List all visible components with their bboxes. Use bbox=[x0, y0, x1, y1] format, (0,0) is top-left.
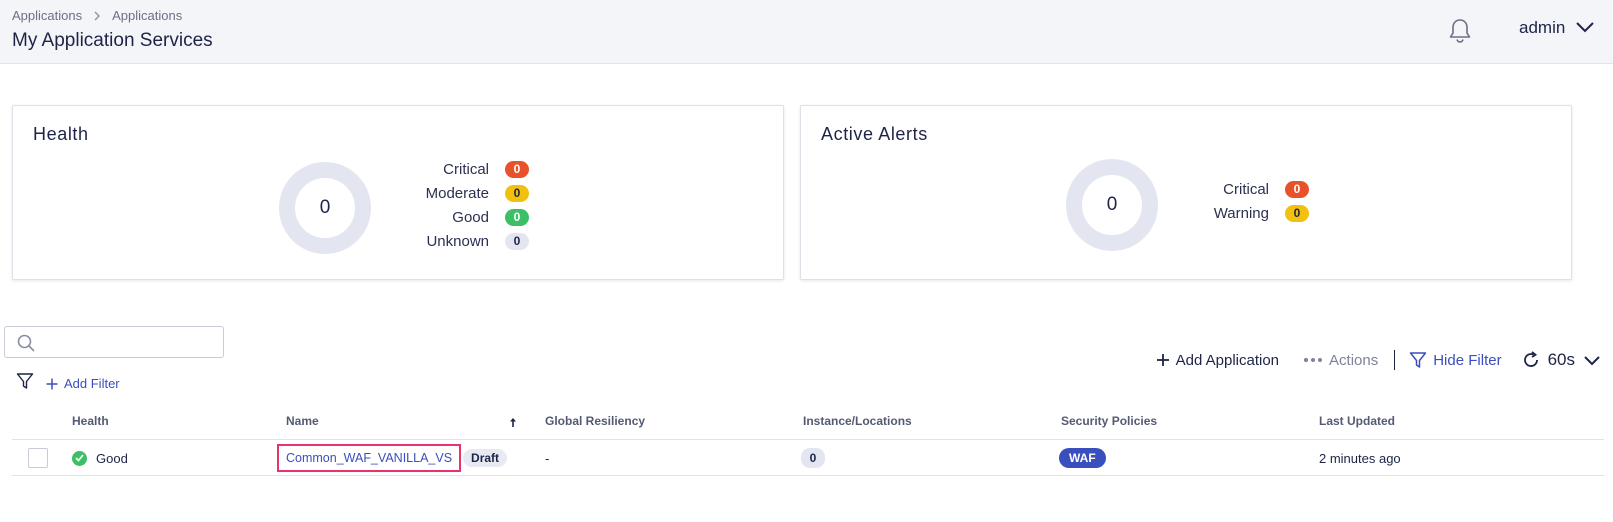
instance-count-badge[interactable]: 0 bbox=[801, 448, 825, 468]
waf-policy-badge[interactable]: WAF bbox=[1059, 448, 1106, 468]
filter-row: Add Filter bbox=[16, 372, 120, 395]
instances-cell: 0 bbox=[801, 440, 825, 476]
last-updated-cell: 2 minutes ago bbox=[1319, 450, 1401, 466]
breadcrumb-applications-current[interactable]: Applications bbox=[112, 8, 182, 23]
health-legend: Critical 0 Moderate 0 Good 0 Unknown 0 bbox=[393, 160, 529, 250]
sort-ascending-icon[interactable] bbox=[510, 416, 516, 430]
add-filter-label: Add Filter bbox=[64, 376, 120, 391]
row-checkbox[interactable] bbox=[28, 448, 48, 468]
check-circle-icon bbox=[72, 450, 87, 466]
legend-item-good: Good 0 bbox=[393, 208, 529, 226]
table-header: Health Name Global Resiliency Instance/L… bbox=[12, 410, 1604, 440]
chevron-right-icon bbox=[92, 11, 102, 21]
legend-label: Good bbox=[452, 208, 489, 226]
column-header-instance-locations[interactable]: Instance/Locations bbox=[803, 414, 912, 428]
add-application-label: Add Application bbox=[1175, 351, 1280, 369]
filter-icon[interactable] bbox=[16, 372, 34, 395]
hide-filter-button[interactable]: Hide Filter bbox=[1409, 351, 1502, 369]
actions-button[interactable]: Actions bbox=[1303, 352, 1378, 369]
actions-label: Actions bbox=[1329, 351, 1379, 369]
chevron-down-icon bbox=[1575, 18, 1595, 38]
plus-icon bbox=[1156, 354, 1169, 366]
page-title: My Application Services bbox=[12, 30, 213, 51]
legend-item-unknown: Unknown 0 bbox=[393, 232, 529, 250]
legend-label: Unknown bbox=[426, 232, 489, 250]
name-cell: Common_WAF_VANILLA_VS Draft bbox=[277, 440, 508, 476]
health-card: Health 0 Critical 0 Moderate 0 Good 0 Un… bbox=[12, 105, 784, 280]
health-card-title: Health bbox=[33, 124, 89, 144]
column-header-global-resiliency[interactable]: Global Resiliency bbox=[545, 414, 645, 428]
alerts-total: 0 bbox=[1106, 194, 1118, 215]
health-total: 0 bbox=[319, 197, 331, 218]
legend-item-critical: Critical 0 bbox=[393, 160, 529, 178]
chevron-down-icon bbox=[1584, 355, 1600, 365]
legend-item-moderate: Moderate 0 bbox=[393, 184, 529, 202]
health-cell: Good bbox=[72, 440, 128, 476]
column-header-name[interactable]: Name bbox=[286, 414, 319, 428]
refresh-interval-value: 60s bbox=[1547, 350, 1575, 369]
legend-label: Warning bbox=[1213, 204, 1269, 222]
bell-icon[interactable] bbox=[1448, 18, 1472, 44]
page-header: Applications Applications My Application… bbox=[0, 0, 1613, 64]
active-alerts-card-title: Active Alerts bbox=[821, 124, 928, 144]
legend-label: Critical bbox=[1223, 180, 1269, 198]
column-header-last-updated[interactable]: Last Updated bbox=[1319, 414, 1395, 428]
moderate-count-badge: 0 bbox=[505, 184, 529, 202]
good-count-badge: 0 bbox=[505, 208, 529, 226]
search-input[interactable] bbox=[41, 331, 217, 353]
application-name-link[interactable]: Common_WAF_VANILLA_VS bbox=[277, 444, 462, 472]
breadcrumb: Applications Applications bbox=[12, 8, 182, 23]
alerts-donut: 0 bbox=[1066, 159, 1158, 251]
add-application-button[interactable]: Add Application bbox=[1156, 352, 1279, 369]
unknown-count-badge: 0 bbox=[505, 232, 529, 250]
warning-alerts-badge: 0 bbox=[1285, 204, 1309, 222]
refresh-icon bbox=[1523, 351, 1538, 367]
search-icon bbox=[17, 334, 35, 352]
health-status-text: Good bbox=[96, 450, 128, 466]
column-header-security-policies[interactable]: Security Policies bbox=[1061, 414, 1157, 428]
table-toolbar: Add Application Actions Hide Filter 60s bbox=[1156, 348, 1601, 372]
security-policies-cell: WAF bbox=[1059, 440, 1106, 476]
user-name: admin bbox=[1519, 18, 1566, 37]
user-menu[interactable]: admin bbox=[1519, 18, 1595, 38]
breadcrumb-applications-root[interactable]: Applications bbox=[12, 8, 82, 23]
hide-filter-label: Hide Filter bbox=[1433, 351, 1502, 369]
more-dots-icon bbox=[1304, 358, 1323, 362]
active-alerts-card: Active Alerts 0 Critical 0 Warning 0 bbox=[800, 105, 1572, 280]
alerts-legend: Critical 0 Warning 0 bbox=[1181, 180, 1309, 222]
filter-icon bbox=[1409, 352, 1427, 368]
applications-table: Health Name Global Resiliency Instance/L… bbox=[12, 410, 1604, 476]
global-resiliency-cell: - bbox=[545, 450, 550, 466]
add-filter-button[interactable]: Add Filter bbox=[46, 376, 120, 391]
refresh-interval-dropdown[interactable]: 60s bbox=[1522, 350, 1601, 370]
draft-status-badge: Draft bbox=[463, 449, 508, 467]
legend-item-warning: Warning 0 bbox=[1181, 204, 1309, 222]
search-box bbox=[4, 326, 224, 358]
toolbar-divider bbox=[1394, 350, 1396, 370]
legend-label: Moderate bbox=[425, 184, 489, 202]
legend-item-critical: Critical 0 bbox=[1181, 180, 1309, 198]
critical-count-badge: 0 bbox=[505, 160, 529, 178]
critical-alerts-badge: 0 bbox=[1285, 180, 1309, 198]
column-header-health[interactable]: Health bbox=[72, 414, 109, 428]
table-row[interactable]: Good Common_WAF_VANILLA_VS Draft - 0 WAF… bbox=[12, 440, 1604, 476]
health-donut: 0 bbox=[279, 162, 371, 254]
legend-label: Critical bbox=[443, 160, 489, 178]
plus-icon bbox=[46, 378, 58, 389]
